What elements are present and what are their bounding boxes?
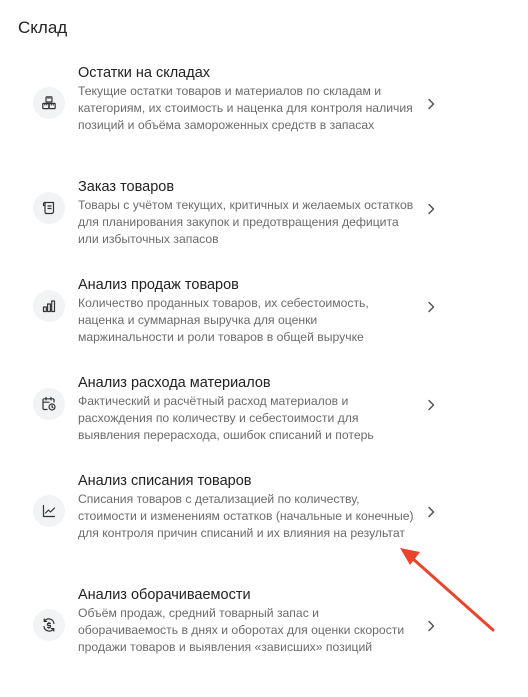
menu-item-turnover-analysis[interactable]: Анализ оборачиваемости Объём продаж, сре… xyxy=(0,582,528,682)
item-title: Остатки на складах xyxy=(78,65,211,81)
item-title: Анализ списания товаров xyxy=(78,473,252,489)
chevron-right-icon xyxy=(426,619,436,633)
item-title: Анализ оборачиваемости xyxy=(78,587,251,603)
boxes-icon xyxy=(33,87,65,119)
scroll-icon xyxy=(33,192,65,224)
item-description: Списания товаров с детализацией по колич… xyxy=(78,492,414,540)
menu-item-sales-analysis[interactable]: Анализ продаж товаров Количество проданн… xyxy=(0,272,528,352)
item-description: Объём продаж, средний товарный запас и о… xyxy=(78,606,405,654)
refresh-dollar-icon xyxy=(33,609,65,641)
item-title: Заказ товаров xyxy=(78,179,175,195)
chevron-right-icon xyxy=(426,505,436,519)
menu-item-writeoff-analysis[interactable]: Анализ списания товаров Списания товаров… xyxy=(0,468,528,568)
item-title: Анализ продаж товаров xyxy=(78,277,239,293)
item-description: Текущие остатки товаров и материалов по … xyxy=(78,84,413,132)
menu-item-materials-consumption[interactable]: Анализ расхода материалов Фактический и … xyxy=(0,370,528,450)
menu-item-stock-balances[interactable]: Остатки на складах Текущие остатки товар… xyxy=(0,60,528,160)
chevron-right-icon xyxy=(426,97,436,111)
chevron-right-icon xyxy=(426,202,436,216)
menu-item-order-goods[interactable]: Заказ товаров Товары с учётом текущих, к… xyxy=(0,174,528,254)
chevron-right-icon xyxy=(426,300,436,314)
item-description: Фактический и расчётный расход материало… xyxy=(78,394,374,442)
calendar-clock-icon xyxy=(33,388,65,420)
item-description: Товары с учётом текущих, критичных и жел… xyxy=(78,198,414,246)
line-chart-icon xyxy=(33,495,65,527)
item-description: Количество проданных товаров, их себесто… xyxy=(78,296,369,344)
chevron-right-icon xyxy=(426,398,436,412)
item-title: Анализ расхода материалов xyxy=(78,375,271,391)
section-title: Склад xyxy=(18,18,68,37)
bar-chart-icon xyxy=(33,290,65,322)
